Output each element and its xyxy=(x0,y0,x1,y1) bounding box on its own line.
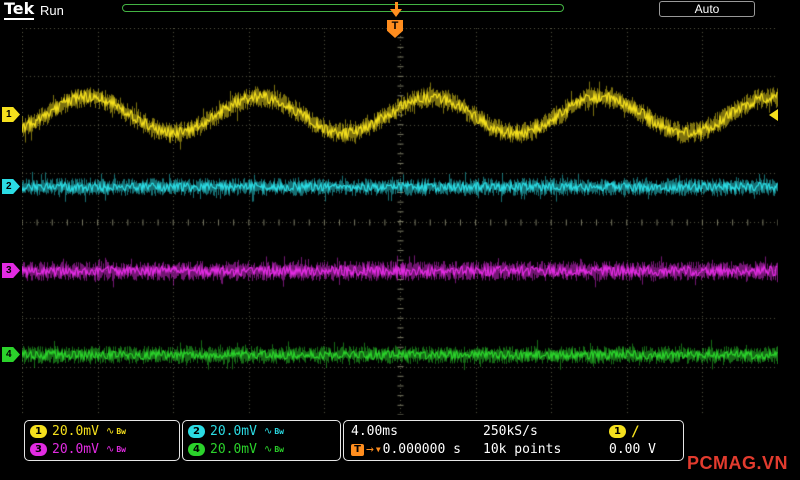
ch2-readout: 2 20.0mV ∿ Bw xyxy=(188,423,335,440)
ch1-position-marker: 1 xyxy=(2,107,20,122)
acquisition-status: Run xyxy=(40,3,64,18)
arrow-head xyxy=(390,9,402,17)
bandwidth-icon: Bw xyxy=(274,445,284,454)
ch2-position-marker: 2 xyxy=(2,179,20,194)
ch1-badge: 1 xyxy=(30,425,47,438)
sample-rate: 250kS/s xyxy=(483,424,538,439)
trigger-position-readout: T → ▼ 0.000000 s xyxy=(351,441,483,458)
arrow-down-icon: ▼ xyxy=(375,445,381,454)
ac-coupling-icon: ∿ xyxy=(263,426,273,437)
timebase-scale: 4.00ms xyxy=(351,424,398,439)
waveform-display xyxy=(22,28,778,415)
ac-coupling-icon: ∿ xyxy=(105,444,115,455)
arrow-right-icon: → xyxy=(366,442,374,457)
ch2-marker-label: 2 xyxy=(6,181,12,192)
ac-coupling-icon: ∿ xyxy=(105,426,115,437)
trigger-level-arrow-icon xyxy=(769,109,778,121)
acquisition-column: 250kS/s 10k points xyxy=(483,423,601,458)
ch4-badge: 4 xyxy=(188,443,205,456)
ch4-readout: 4 20.0mV ∿ Bw xyxy=(188,441,335,458)
ch3-readout: 3 20.0mV ∿ Bw xyxy=(30,441,174,458)
ch2-badge: 2 xyxy=(188,425,205,438)
trigger-position-arrow-icon xyxy=(390,2,402,19)
trigger-column: 1 / 0.00 V xyxy=(601,423,676,458)
ch4-coupling-icons: ∿ Bw xyxy=(264,444,284,455)
ch3-marker-label: 3 xyxy=(6,265,12,276)
ac-coupling-icon: ∿ xyxy=(263,444,273,455)
ch2-scale: 20.0mV xyxy=(210,424,257,439)
ch3-position-marker: 3 xyxy=(2,263,20,278)
ch1-scale: 20.0mV xyxy=(52,424,99,439)
trigger-source-badge: 1 xyxy=(609,425,626,438)
ch1-coupling-icons: ∿ Bw xyxy=(106,426,126,437)
ch4-scale: 20.0mV xyxy=(210,442,257,457)
oscilloscope-screen: Tek Run Auto T 1 2 3 4 1 20.0mV ∿ Bw 3 2… xyxy=(0,0,800,480)
pcmag-watermark: PCMAG.VN xyxy=(687,453,789,473)
vertical-readout-box-ch2-ch4: 2 20.0mV ∿ Bw 4 20.0mV ∿ Bw xyxy=(182,420,341,461)
ch3-coupling-icons: ∿ Bw xyxy=(106,444,126,455)
trigger-level-value: 0.00 V xyxy=(609,442,656,457)
bandwidth-icon: Bw xyxy=(274,427,284,436)
trigger-mode-indicator: Auto xyxy=(659,1,755,17)
timebase-column: 4.00ms T → ▼ 0.000000 s xyxy=(351,423,483,458)
ch4-position-marker: 4 xyxy=(2,347,20,362)
vertical-readout-box-ch1-ch3: 1 20.0mV ∿ Bw 3 20.0mV ∿ Bw xyxy=(24,420,180,461)
record-length: 10k points xyxy=(483,442,562,457)
bandwidth-icon: Bw xyxy=(116,427,126,436)
ch3-badge: 3 xyxy=(30,443,47,456)
ch4-marker-label: 4 xyxy=(6,349,12,360)
ch3-scale: 20.0mV xyxy=(52,442,99,457)
tek-logo: Tek xyxy=(4,0,35,20)
ch2-coupling-icons: ∿ Bw xyxy=(264,426,284,437)
horizontal-trigger-readout-box: 4.00ms T → ▼ 0.000000 s 250kS/s 10k poin… xyxy=(343,420,684,461)
trigger-mode-label: Auto xyxy=(694,2,720,16)
rising-slope-icon: / xyxy=(631,423,640,440)
ch1-marker-label: 1 xyxy=(6,109,12,120)
bandwidth-icon: Bw xyxy=(116,445,126,454)
trigger-t-icon: T xyxy=(351,443,364,456)
trigger-source-readout: 1 / xyxy=(609,423,676,440)
ch1-readout: 1 20.0mV ∿ Bw xyxy=(30,423,174,440)
record-view-bar xyxy=(122,4,564,12)
trigger-position-value: 0.000000 s xyxy=(382,442,461,457)
arrow-stem xyxy=(394,2,398,9)
